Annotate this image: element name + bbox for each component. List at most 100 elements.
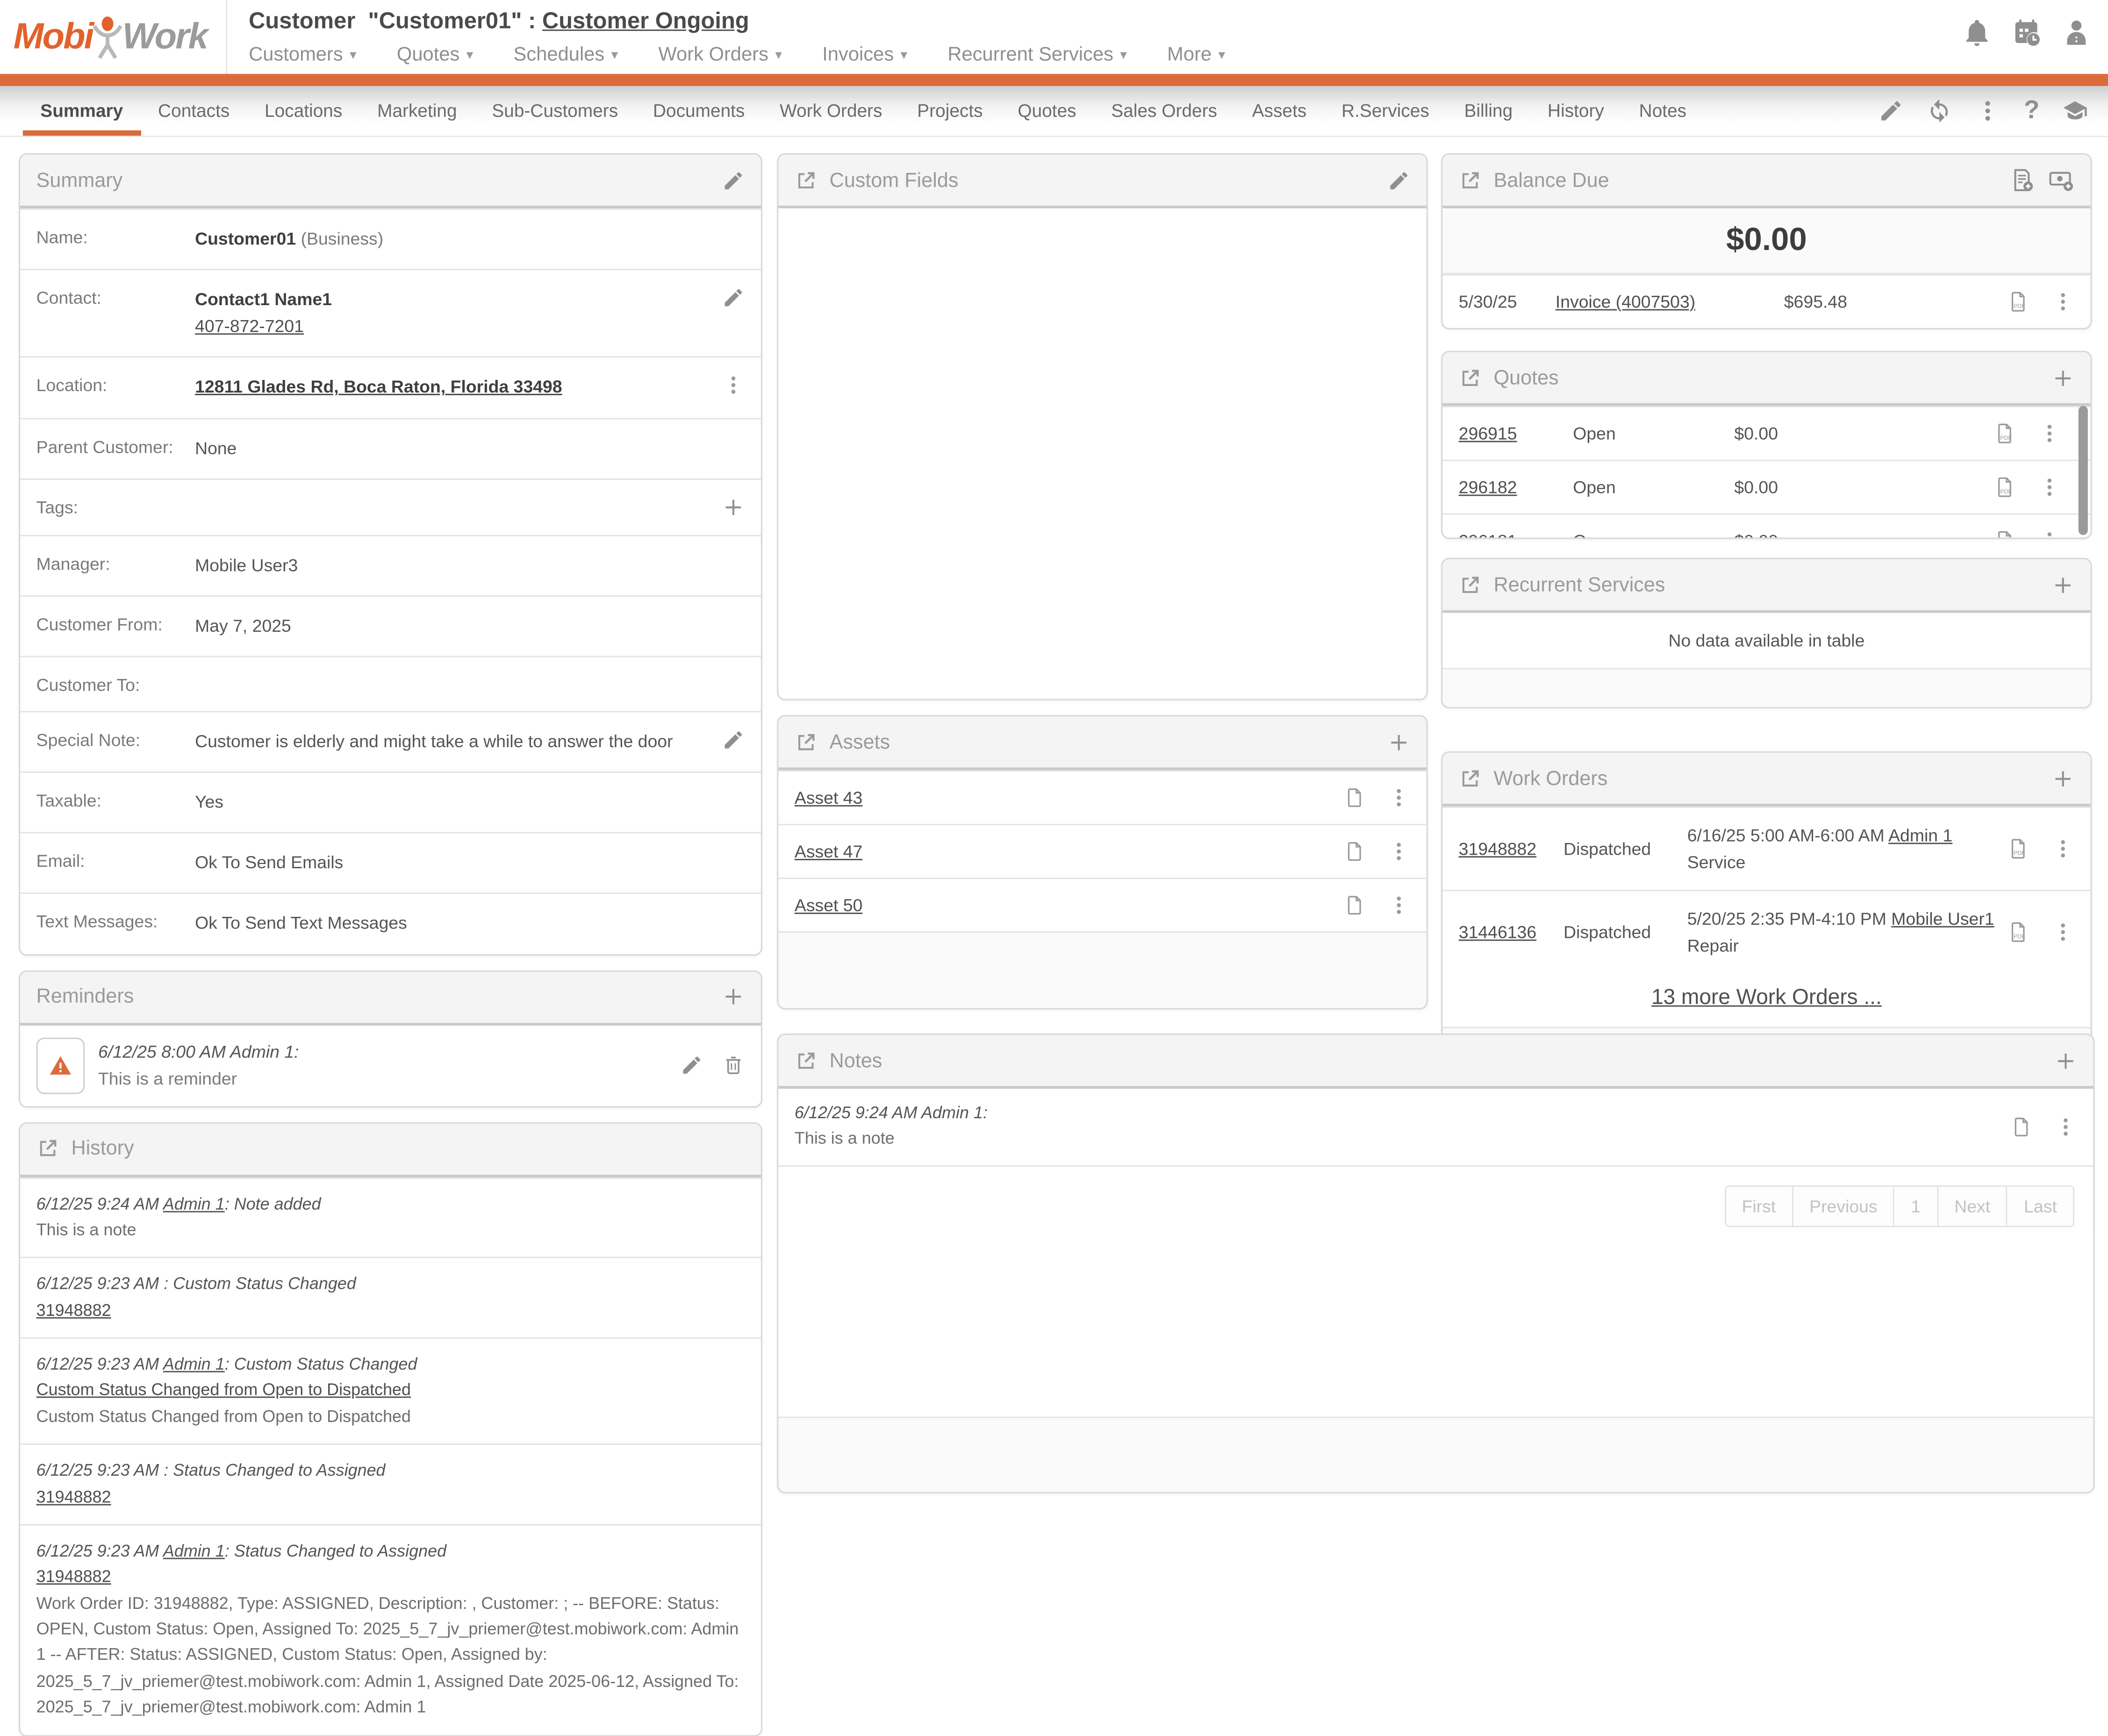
edit-pencil-icon[interactable]	[1879, 98, 1904, 124]
tab-billing[interactable]: Billing	[1447, 86, 1530, 136]
tab-summary[interactable]: Summary	[23, 86, 141, 136]
document-icon[interactable]	[1343, 786, 1366, 809]
add-plus-icon[interactable]	[2051, 573, 2074, 596]
add-plus-icon[interactable]	[722, 496, 745, 519]
kebab-menu-icon[interactable]	[2051, 290, 2074, 313]
tab-rservices[interactable]: R.Services	[1324, 86, 1447, 136]
external-link-icon[interactable]	[795, 730, 817, 753]
work-order-link[interactable]: 31948882	[1459, 839, 1563, 859]
tab-documents[interactable]: Documents	[636, 86, 762, 136]
kebab-menu-icon[interactable]	[2038, 476, 2061, 499]
history-workorder-link[interactable]: 31948882	[36, 1568, 111, 1586]
training-cap-icon[interactable]	[2062, 98, 2088, 124]
help-icon[interactable]: ?	[2024, 98, 2039, 124]
history-user-link[interactable]: Admin 1	[163, 1355, 225, 1373]
pagination-first-button[interactable]: First	[1724, 1185, 1793, 1227]
nav-quotes[interactable]: Quotes▾	[397, 44, 473, 66]
kebab-menu-icon[interactable]	[1975, 98, 2001, 124]
kebab-menu-icon[interactable]	[1387, 786, 1410, 809]
user-profile-icon[interactable]	[2061, 17, 2092, 48]
external-link-icon[interactable]	[795, 169, 817, 192]
location-address-link[interactable]: 12811 Glades Rd, Boca Raton, Florida 334…	[195, 377, 562, 397]
pdf-icon[interactable]: PDF	[2007, 921, 2030, 943]
kebab-menu-icon[interactable]	[1387, 894, 1410, 917]
contact-phone-link[interactable]: 407-872-7201	[195, 316, 304, 336]
add-plus-icon[interactable]	[722, 985, 745, 1008]
tab-marketing[interactable]: Marketing	[360, 86, 474, 136]
work-order-link[interactable]: 31446136	[1459, 922, 1563, 942]
external-link-icon[interactable]	[795, 1049, 817, 1072]
history-user-link[interactable]: Admin 1	[163, 1194, 225, 1213]
history-user-link[interactable]: Admin 1	[163, 1542, 225, 1560]
notification-bell-icon[interactable]	[1962, 17, 1993, 48]
external-link-icon[interactable]	[1459, 169, 1482, 192]
pdf-icon[interactable]: PDF	[2007, 837, 2030, 860]
tab-notes[interactable]: Notes	[1621, 86, 1704, 136]
kebab-menu-icon[interactable]	[2051, 837, 2074, 860]
tab-contacts[interactable]: Contacts	[141, 86, 247, 136]
tab-sales-orders[interactable]: Sales Orders	[1094, 86, 1234, 136]
document-icon[interactable]	[1343, 894, 1366, 917]
kebab-menu-icon[interactable]	[2038, 422, 2061, 445]
quote-link[interactable]: 296181	[1459, 531, 1573, 539]
nav-customers[interactable]: Customers▾	[249, 44, 357, 66]
add-invoice-icon[interactable]	[2008, 167, 2036, 194]
pagination-next-button[interactable]: Next	[1938, 1185, 2008, 1227]
kebab-menu-icon[interactable]	[2038, 529, 2061, 539]
kebab-menu-icon[interactable]	[2054, 1115, 2077, 1138]
scrollbar-thumb[interactable]	[2079, 406, 2088, 535]
kebab-menu-icon[interactable]	[722, 374, 745, 397]
tab-assets[interactable]: Assets	[1234, 86, 1324, 136]
add-plus-icon[interactable]	[1387, 730, 1410, 753]
nav-schedules[interactable]: Schedules▾	[514, 44, 618, 66]
more-work-orders-link[interactable]: 13 more Work Orders ...	[1651, 986, 1882, 1009]
refresh-icon[interactable]	[1927, 98, 1953, 124]
pdf-icon[interactable]: PDF	[2007, 290, 2030, 313]
nav-invoices[interactable]: Invoices▾	[822, 44, 907, 66]
history-workorder-link[interactable]: 31948882	[36, 1487, 111, 1506]
asset-link[interactable]: Asset 50	[795, 895, 863, 915]
nav-more[interactable]: More▾	[1167, 44, 1225, 66]
external-link-icon[interactable]	[36, 1137, 59, 1160]
technician-link[interactable]: Admin 1	[1888, 825, 1952, 845]
kebab-menu-icon[interactable]	[2051, 921, 2074, 943]
tab-history[interactable]: History	[1530, 86, 1622, 136]
customer-status-link[interactable]: Customer Ongoing	[542, 8, 749, 34]
external-link-icon[interactable]	[1459, 366, 1482, 389]
technician-link[interactable]: Mobile User1	[1891, 908, 1994, 929]
pagination-last-button[interactable]: Last	[2008, 1185, 2075, 1227]
edit-pencil-icon[interactable]	[722, 286, 745, 309]
schedule-calendar-icon[interactable]	[2011, 17, 2042, 48]
pdf-icon[interactable]: PDF	[1994, 529, 2017, 539]
document-icon[interactable]	[2010, 1115, 2033, 1138]
external-link-icon[interactable]	[1459, 767, 1482, 790]
external-link-icon[interactable]	[1459, 573, 1482, 596]
nav-work-orders[interactable]: Work Orders▾	[658, 44, 782, 66]
asset-link[interactable]: Asset 43	[795, 788, 863, 808]
history-workorder-link[interactable]: 31948882	[36, 1300, 111, 1319]
invoice-link[interactable]: Invoice (4007503)	[1556, 292, 1784, 312]
asset-link[interactable]: Asset 47	[795, 842, 863, 862]
kebab-menu-icon[interactable]	[1387, 840, 1410, 863]
tab-locations[interactable]: Locations	[247, 86, 360, 136]
add-plus-icon[interactable]	[2054, 1049, 2077, 1072]
nav-recurrent-services[interactable]: Recurrent Services▾	[947, 44, 1126, 66]
tab-work-orders[interactable]: Work Orders	[762, 86, 900, 136]
add-plus-icon[interactable]	[2051, 767, 2074, 790]
tab-quotes[interactable]: Quotes	[1000, 86, 1094, 136]
pagination-page-button[interactable]: 1	[1895, 1185, 1938, 1227]
document-icon[interactable]	[1343, 840, 1366, 863]
tab-projects[interactable]: Projects	[900, 86, 1000, 136]
quote-link[interactable]: 296182	[1459, 477, 1573, 497]
tab-sub-customers[interactable]: Sub-Customers	[474, 86, 636, 136]
history-status-link[interactable]: Custom Status Changed from Open to Dispa…	[36, 1381, 411, 1400]
pagination-previous-button[interactable]: Previous	[1793, 1185, 1895, 1227]
mobiwork-logo[interactable]: Mobi Work	[0, 0, 227, 74]
add-payment-icon[interactable]	[2048, 167, 2075, 194]
pdf-icon[interactable]: PDF	[1994, 422, 2017, 445]
edit-pencil-icon[interactable]	[1387, 169, 1410, 192]
delete-trash-icon[interactable]	[722, 1054, 745, 1077]
edit-pencil-icon[interactable]	[722, 729, 745, 751]
pdf-icon[interactable]: PDF	[1994, 476, 2017, 499]
quote-link[interactable]: 296915	[1459, 423, 1573, 443]
